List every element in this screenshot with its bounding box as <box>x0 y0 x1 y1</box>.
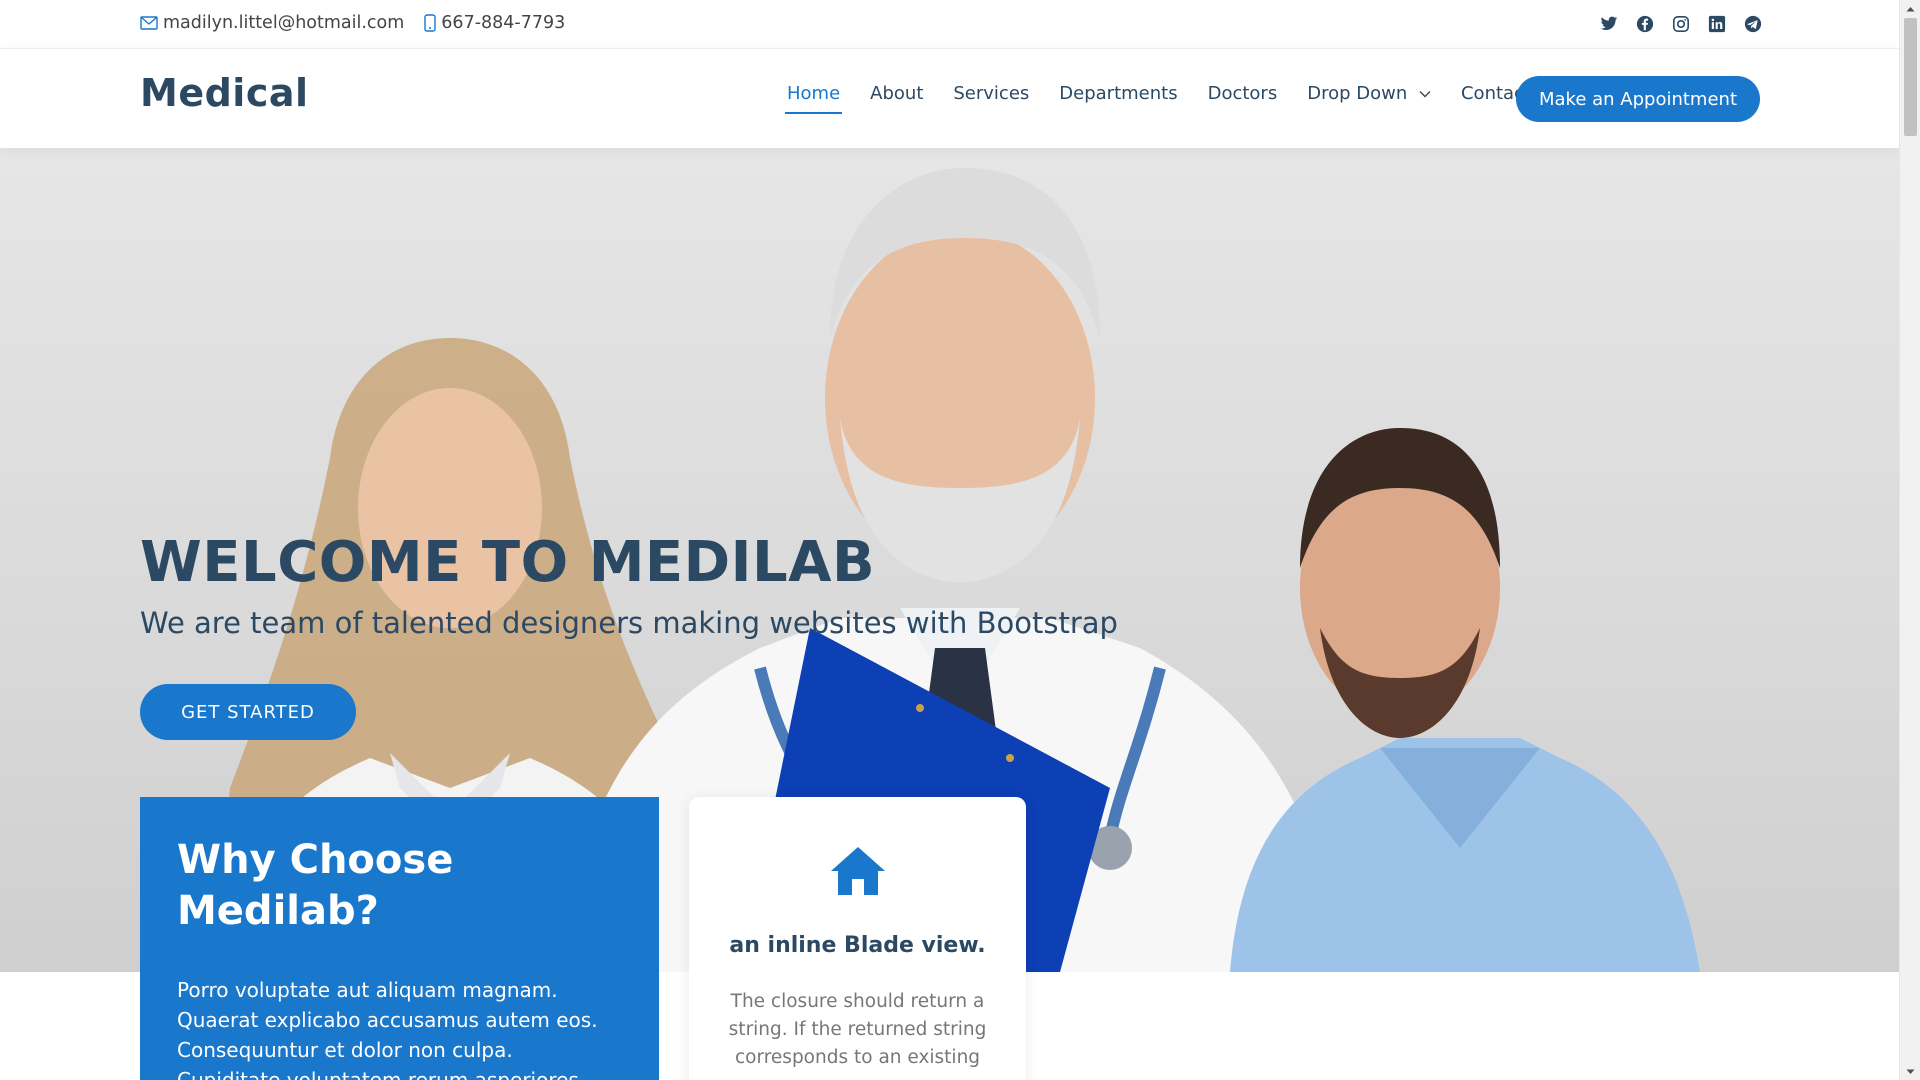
social-links <box>1583 14 1763 34</box>
nav-dropdown[interactable]: Drop Down <box>1307 83 1431 114</box>
nurse-figure <box>1230 428 1700 972</box>
get-started-button[interactable]: GET STARTED <box>140 684 356 740</box>
chevron-down-icon <box>1419 91 1431 98</box>
nav-dropdown-label: Drop Down <box>1307 83 1408 104</box>
nav-doctors[interactable]: Doctors <box>1208 83 1278 114</box>
scroll-up-icon[interactable] <box>1900 0 1920 17</box>
nav-about[interactable]: About <box>870 83 923 114</box>
facebook-icon[interactable] <box>1635 14 1655 34</box>
site-header: Medical Home About Services Departments … <box>0 49 1899 148</box>
page-scrollbar[interactable] <box>1899 0 1920 1080</box>
scrollbar-thumb[interactable] <box>1904 18 1917 136</box>
why-text: Porro voluptate aut aliquam magnam. Quae… <box>177 978 598 1080</box>
why-title-line2: Medilab? <box>177 888 379 934</box>
envelope-icon <box>140 16 158 30</box>
telegram-icon[interactable] <box>1743 14 1763 34</box>
why-title-line1: Why Choose <box>177 837 454 883</box>
email-link[interactable]: madilyn.littel@hotmail.com <box>140 13 404 33</box>
why-title: Why Choose Medilab? <box>177 835 622 937</box>
nav-services[interactable]: Services <box>953 83 1029 114</box>
feature-card-title: an inline Blade view. <box>729 933 986 958</box>
hero-title: WELCOME TO MEDILAB <box>140 530 876 595</box>
twitter-icon[interactable] <box>1599 14 1619 34</box>
phone-link[interactable]: 667-884-7793 <box>424 13 565 33</box>
instagram-icon[interactable] <box>1671 14 1691 34</box>
scroll-down-icon[interactable] <box>1900 1063 1920 1080</box>
topbar: madilyn.littel@hotmail.com 667-884-7793 <box>0 0 1899 49</box>
feature-card: an inline Blade view. The closure should… <box>689 797 1026 1080</box>
email-text: madilyn.littel@hotmail.com <box>163 13 405 33</box>
why-choose-box: Why Choose Medilab? Porro voluptate aut … <box>140 797 659 1080</box>
home-icon <box>830 847 885 895</box>
site-logo[interactable]: Medical <box>140 71 309 115</box>
linkedin-icon[interactable] <box>1707 14 1727 34</box>
phone-text: 667-884-7793 <box>441 13 566 33</box>
hero-subtitle: We are team of talented designers making… <box>140 606 1118 640</box>
feature-card-text: The closure should return a string. If t… <box>728 991 987 1068</box>
main-nav: Home About Services Departments Doctors … <box>784 83 1561 114</box>
phone-icon <box>424 14 436 32</box>
nav-departments[interactable]: Departments <box>1059 83 1177 114</box>
nav-home[interactable]: Home <box>784 83 843 114</box>
make-appointment-button[interactable]: Make an Appointment <box>1516 76 1760 122</box>
contact-info: madilyn.littel@hotmail.com 667-884-7793 <box>140 13 585 33</box>
